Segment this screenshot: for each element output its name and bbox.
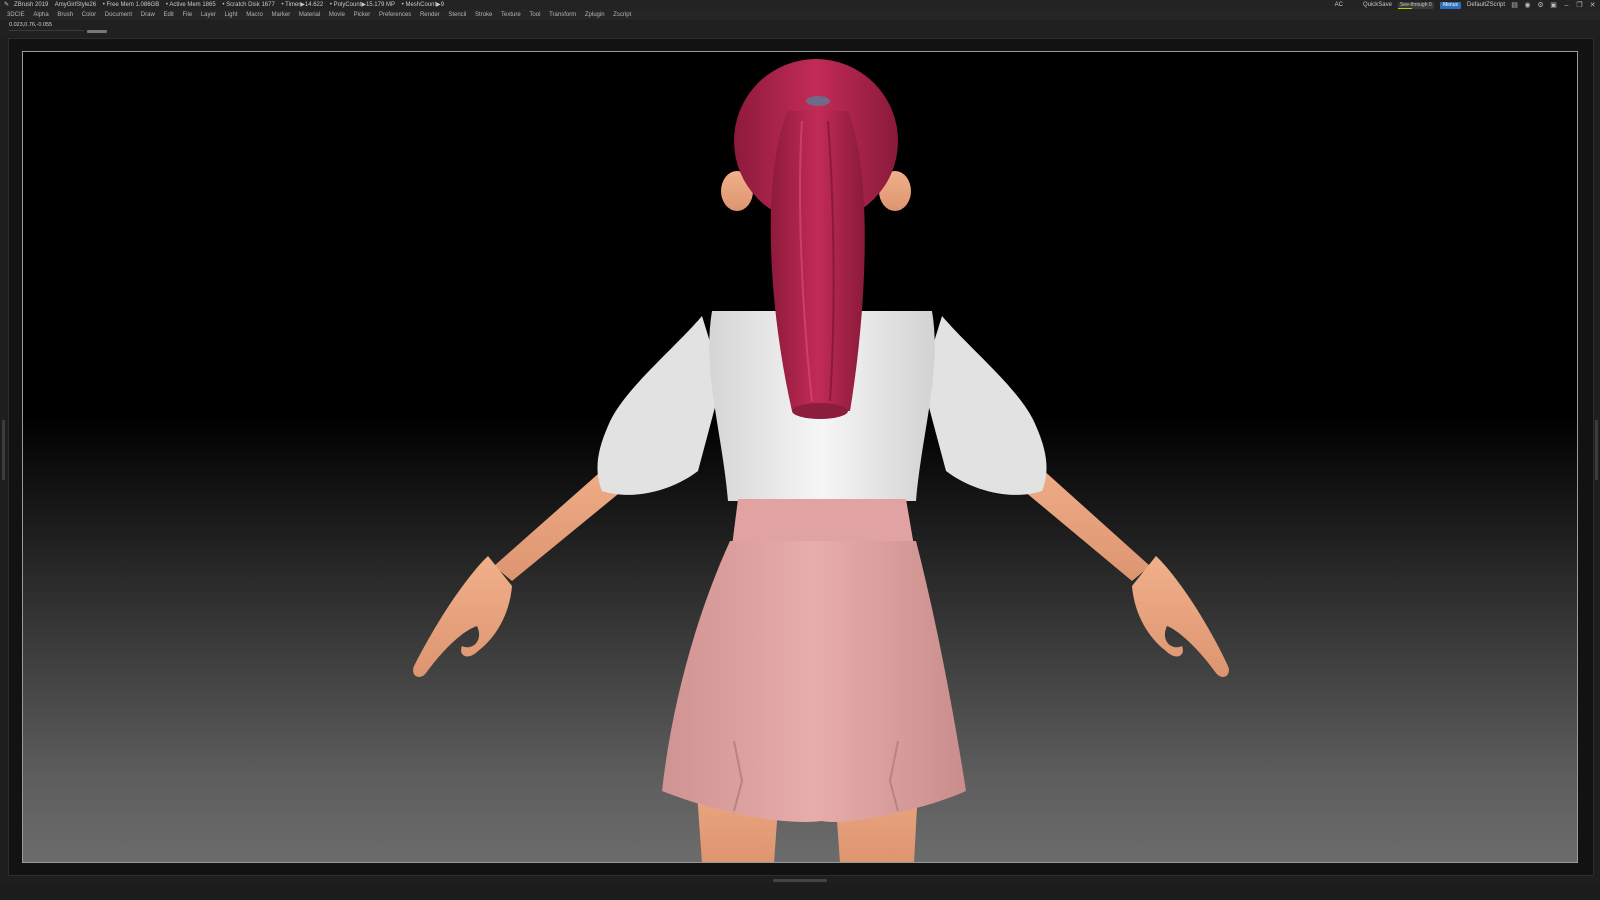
menu-preferences[interactable]: Preferences (379, 10, 411, 20)
ac-button[interactable]: AC (1335, 0, 1343, 10)
scratch-disk: • Scratch Disk 1677 (222, 2, 275, 8)
lock-icon[interactable]: ▣ (1550, 2, 1557, 9)
menu-transform[interactable]: Transform (549, 10, 576, 20)
menu-macro[interactable]: Macro (246, 10, 263, 20)
gear-icon[interactable]: ⚙ (1537, 2, 1544, 9)
minimize-icon[interactable]: – (1563, 2, 1570, 9)
camera-icon[interactable]: ◉ (1524, 2, 1531, 9)
see-through-slider[interactable]: See-through 0 (1397, 1, 1434, 9)
title-bar: ✎ ZBrush 2019 AmyGirlStyle26 • Free Mem 1… (0, 0, 1600, 10)
quicksave-button[interactable]: QuickSave (1363, 0, 1392, 10)
menu-3dcie[interactable]: 3DCIE (7, 10, 25, 20)
active-mem: • Active Mem 1865 (165, 2, 216, 8)
free-mem: • Free Mem 1.086GB (102, 2, 160, 8)
menu-bar: 3DCIE Alpha Brush Color Document Draw Ed… (0, 10, 1600, 20)
menus-button[interactable]: Menus (1439, 1, 1461, 9)
menu-file[interactable]: File (182, 10, 192, 20)
left-tray-handle[interactable] (2, 420, 5, 480)
menu-zplugin[interactable]: Zplugin (585, 10, 605, 20)
menu-document[interactable]: Document (105, 10, 132, 20)
app-title: ZBrush 2019 (14, 2, 49, 8)
menu-brush[interactable]: Brush (57, 10, 73, 20)
dock-icon[interactable]: ▤ (1511, 2, 1518, 9)
menu-color[interactable]: Color (82, 10, 96, 20)
tray-drag-handle[interactable] (87, 30, 107, 33)
menu-tool[interactable]: Tool (529, 10, 540, 20)
menu-light[interactable]: Light (225, 10, 238, 20)
menu-draw[interactable]: Draw (141, 10, 155, 20)
restore-icon[interactable]: ❐ (1576, 2, 1583, 9)
menu-material[interactable]: Material (299, 10, 320, 20)
menu-zscript[interactable]: Zscript (613, 10, 631, 20)
zbrush-logo-icon: ✎ (4, 2, 10, 8)
polycount: • PolyCount▶15.179 MP (329, 2, 395, 8)
menu-render[interactable]: Render (420, 10, 440, 20)
bottom-tray-handle[interactable] (773, 879, 827, 882)
timer: • Timer▶14.622 (281, 2, 324, 8)
right-tray-handle[interactable] (1595, 420, 1598, 480)
document-name: AmyGirlStyle26 (54, 2, 97, 8)
menu-marker[interactable]: Marker (272, 10, 291, 20)
title-controls: AC QuickSave See-through 0 Menus Default… (1335, 0, 1596, 10)
skirt (662, 499, 966, 822)
menu-layer[interactable]: Layer (201, 10, 216, 20)
character-model (413, 59, 1229, 863)
hair-tie (806, 96, 830, 106)
close-icon[interactable]: ✕ (1589, 2, 1596, 9)
info-divider (9, 30, 84, 31)
menu-alpha[interactable]: Alpha (33, 10, 48, 20)
info-bar: 0.023,0.76,-0.055 (0, 20, 1600, 36)
menu-stroke[interactable]: Stroke (475, 10, 492, 20)
document-canvas[interactable] (22, 51, 1578, 863)
menu-edit[interactable]: Edit (163, 10, 173, 20)
bottom-tray (0, 884, 1600, 900)
meshcount: • MeshCount▶9 (401, 2, 445, 8)
menu-texture[interactable]: Texture (501, 10, 521, 20)
cursor-coordinates: 0.023,0.76,-0.055 (9, 22, 53, 28)
title-info: ✎ ZBrush 2019 AmyGirlStyle26 • Free Mem 1… (4, 0, 449, 10)
zscript-button[interactable]: DefaultZScript (1467, 0, 1505, 10)
right-arm (1012, 451, 1229, 677)
menu-picker[interactable]: Picker (354, 10, 371, 20)
menu-movie[interactable]: Movie (329, 10, 345, 20)
menu-stencil[interactable]: Stencil (448, 10, 466, 20)
